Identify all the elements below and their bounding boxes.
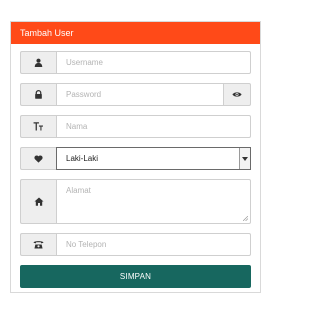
simpan-button[interactable]: SIMPAN (20, 265, 251, 288)
alamat-placeholder: Alamat (66, 186, 91, 195)
nama-group: Nama (20, 115, 251, 138)
telepon-input[interactable]: No Telepon (56, 233, 251, 256)
gender-group: Laki-Laki (20, 147, 251, 170)
phone-icon (20, 233, 56, 256)
add-user-form: Username Password Nama Laki-Laki Alamat … (11, 44, 260, 288)
panel-title: Tambah User (11, 22, 260, 44)
gender-select[interactable]: Laki-Laki (56, 147, 251, 170)
eye-icon[interactable] (224, 83, 251, 106)
heart-icon (20, 147, 56, 170)
home-icon (20, 179, 56, 224)
username-group: Username (20, 51, 251, 74)
user-icon (20, 51, 56, 74)
gender-selected-value: Laki-Laki (66, 154, 99, 163)
password-group: Password (20, 83, 251, 106)
alamat-textarea[interactable]: Alamat (56, 179, 251, 224)
username-input[interactable]: Username (56, 51, 251, 74)
chevron-down-icon[interactable] (239, 148, 250, 169)
add-user-panel: Tambah User Username Password Nama Laki-… (10, 21, 261, 293)
alamat-group: Alamat (20, 179, 251, 224)
nama-input[interactable]: Nama (56, 115, 251, 138)
text-icon (20, 115, 56, 138)
password-input[interactable]: Password (56, 83, 224, 106)
lock-icon (20, 83, 56, 106)
resize-grip-icon[interactable] (243, 216, 248, 221)
telepon-group: No Telepon (20, 233, 251, 256)
